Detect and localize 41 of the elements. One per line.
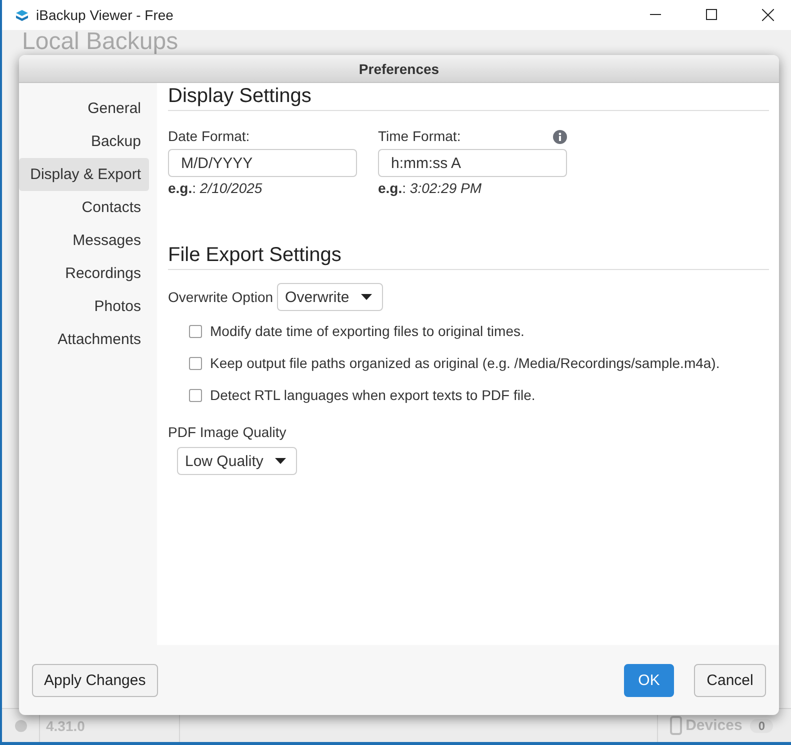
ok-button[interactable]: OK (624, 664, 674, 696)
example-text: e.g.: 2/10/2025 (168, 180, 264, 196)
sidebar-item[interactable]: Recordings (19, 257, 149, 290)
status-dot (15, 720, 27, 732)
info-icon[interactable] (553, 130, 567, 144)
page-heading: Local Backups (22, 30, 180, 54)
checkbox[interactable] (189, 388, 202, 402)
apply-button[interactable]: Apply Changes (32, 664, 158, 696)
caret-icon (361, 294, 372, 300)
sidebar-item[interactable]: Contacts (19, 191, 149, 224)
field-label: PDF Image Quality (168, 424, 286, 440)
section-heading: Display Settings (168, 83, 769, 111)
sidebar-item[interactable]: Photos (19, 290, 149, 323)
window-title: iBackup Viewer - Free (36, 7, 174, 23)
dropdown[interactable]: Low Quality (177, 447, 298, 475)
checkbox-label: Detect RTL languages when export texts to PDF file. (210, 387, 536, 403)
field-label: Overwrite Option (168, 289, 274, 305)
field-label: Time Format: (378, 128, 461, 144)
checkbox[interactable] (189, 324, 202, 338)
example-text: e.g.: 3:02:29 PM (378, 180, 483, 196)
sidebar-item[interactable]: Messages (19, 224, 149, 257)
device-count: 0 (750, 718, 773, 732)
checkbox-label: Modify date time of exporting files to original times. (210, 323, 524, 339)
sidebar-item[interactable]: General (19, 92, 149, 125)
text-field[interactable]: h:mm:ss A (378, 149, 567, 177)
dialog-title: Preferences (19, 55, 779, 83)
sidebar-item[interactable]: Display & Export (19, 158, 149, 191)
text-field[interactable]: M/D/YYYY (168, 149, 357, 177)
maximize-icon[interactable] (706, 9, 717, 20)
cancel-button[interactable]: Cancel (694, 664, 766, 696)
checkbox-label: Keep output file paths organized as original (e.g. /Media/Recordings/sample.m4a). (210, 355, 720, 371)
sidebar-item[interactable]: Attachments (19, 323, 149, 356)
app-logo-icon (15, 8, 29, 22)
dropdown[interactable]: Overwrite (277, 283, 384, 311)
caret-icon (275, 458, 286, 464)
close-icon[interactable] (762, 9, 774, 21)
sidebar-item[interactable]: Backup (19, 125, 149, 158)
section-heading: File Export Settings (168, 242, 769, 270)
checkbox[interactable] (189, 356, 202, 370)
field-label: Date Format: (168, 128, 250, 144)
phone-icon (670, 716, 682, 735)
